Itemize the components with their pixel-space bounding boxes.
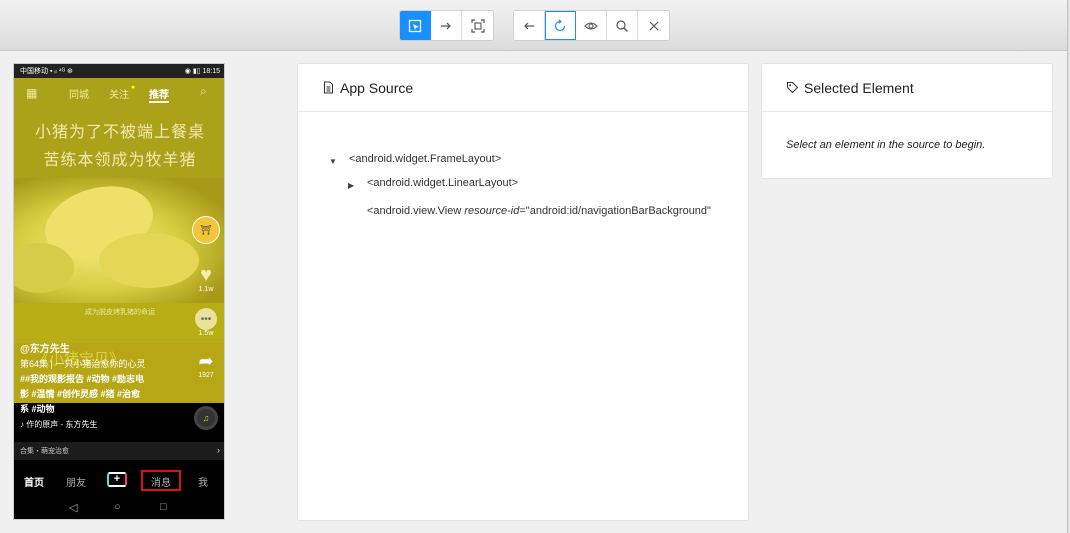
nav-home-icon[interactable]: ○ — [114, 501, 121, 513]
screenshot-button[interactable] — [462, 11, 493, 40]
music-disc[interactable]: ♫ — [192, 406, 220, 430]
eye-icon — [584, 21, 598, 30]
heart-icon: ♥ — [200, 263, 212, 286]
refresh-button[interactable] — [545, 11, 576, 40]
tag-icon — [787, 82, 799, 94]
app-source-title: App Source — [340, 79, 414, 96]
comment-count: 1.5w — [198, 330, 214, 337]
tags-line-3[interactable]: 系 #动物 — [20, 402, 185, 417]
video-description: @东方先生 第64集 | 一只小猪治愈你的心灵 ##我的观影报告 #动物 #励志… — [20, 342, 185, 432]
collection-label: 合集・萌宠治愈 — [20, 448, 69, 455]
share-count: 1927 — [198, 372, 214, 379]
quit-session-button[interactable] — [638, 11, 669, 40]
refresh-icon — [554, 18, 566, 31]
video-title-line2: 苦练本领成为牧羊猪 — [43, 150, 197, 169]
select-element-button[interactable] — [400, 11, 431, 40]
back-button[interactable] — [514, 11, 545, 40]
search-icon[interactable]: ⌕ — [200, 84, 207, 99]
search-icon — [616, 19, 628, 32]
node-attr-value: ="android:id/navigationBarBackground" — [519, 205, 711, 217]
show-hide-button[interactable] — [576, 11, 607, 40]
inspector-mode-group — [399, 10, 494, 41]
selected-element-hint: Select an element in the source to begin… — [786, 139, 986, 151]
nav-recent-icon[interactable]: □ — [160, 501, 167, 513]
selected-element-title: Selected Element — [804, 79, 914, 96]
video-title-line1: 小猪为了不被端上餐桌 — [34, 122, 205, 141]
node-tag: <android.view.View — [367, 205, 465, 217]
tree-node-linearlayout[interactable]: <android.widget.LinearLayout> — [367, 177, 518, 189]
music-credit[interactable]: ♪ 作的原声 - 东方先生 — [20, 417, 185, 432]
swipe-button[interactable] — [431, 11, 462, 40]
author-name[interactable]: @东方先生 — [20, 342, 185, 357]
phone-status-bar: 中国移动 ▪ ᵢₗ ⁴ᴳ ⊛ ◉ ▮▯ 18:15 — [14, 64, 224, 78]
nav-back-icon[interactable]: ◁ — [69, 501, 77, 514]
node-attr-name: resource-id — [464, 205, 520, 217]
chevron-right-icon: › — [217, 445, 220, 455]
status-right: ◉ ▮▯ 18:15 — [184, 68, 220, 75]
file-icon — [324, 81, 333, 94]
top-nav: ▦ 同城 关注 ● 推荐 ⌕ — [14, 82, 224, 103]
episode-text: 第64集 | 一只小猪治愈你的心灵 — [20, 359, 146, 369]
search-button[interactable] — [607, 11, 638, 40]
caret-down-icon[interactable]: ▼ — [329, 157, 337, 166]
tab-friends[interactable]: 朋友 — [66, 474, 86, 489]
create-button[interactable]: + — [107, 472, 127, 487]
app-source-panel: App Source ▼ <android.widget.FrameLayout… — [297, 63, 749, 521]
tab-me[interactable]: 我 — [198, 474, 208, 489]
tags-line-1[interactable]: ##我的观影报告 #动物 #励志电 — [20, 372, 185, 387]
like-button[interactable]: ♥ 1.1w — [192, 263, 220, 294]
selected-element-header: Selected Element — [762, 64, 1052, 112]
close-icon — [649, 21, 658, 30]
tab-recommend[interactable]: 推荐 — [149, 86, 169, 103]
tab-nearby[interactable]: 同城 — [69, 86, 89, 101]
selected-element-panel: Selected Element Select an element in th… — [761, 63, 1053, 179]
comment-button[interactable]: ••• 1.5w — [192, 308, 220, 337]
tree-node-navigation-bar[interactable]: <android.view.View resource-id="android:… — [367, 205, 735, 217]
back-arrow-icon — [524, 22, 534, 29]
tags-line-2[interactable]: 影 #温情 #创作灵感 #猪 #治愈 — [20, 387, 185, 402]
new-dot-icon: ● — [131, 84, 136, 91]
session-actions-group — [513, 10, 670, 41]
toolbar — [0, 0, 1070, 51]
live-tv-icon[interactable]: ▦ — [26, 86, 37, 100]
caret-right-icon[interactable]: ▶ — [348, 181, 354, 190]
tab-home[interactable]: 首页 — [24, 474, 44, 489]
comment-icon: ••• — [195, 308, 217, 330]
bottom-tab-bar: 首页 朋友 + 消息 我 — [14, 464, 224, 497]
tab-messages[interactable]: 消息 — [151, 474, 171, 489]
status-left: 中国移动 ▪ ᵢₗ ⁴ᴳ ⊛ — [20, 68, 73, 75]
system-nav-bar: ◁ ○ □ — [14, 497, 224, 519]
swipe-arrow-icon — [441, 22, 451, 29]
share-button[interactable]: ➦ 1927 — [192, 350, 220, 380]
collection-bar[interactable]: 合集・萌宠治愈 › — [14, 442, 224, 460]
tab-following[interactable]: 关注 — [109, 86, 129, 101]
app-source-header: App Source — [298, 64, 748, 112]
device-screenshot[interactable]: 中国移动 ▪ ᵢₗ ⁴ᴳ ⊛ ◉ ▮▯ 18:15 ▦ 同城 关注 ● 推荐 ⌕… — [13, 63, 225, 520]
author-avatar[interactable]: ⛩ — [192, 216, 220, 244]
music-disc-icon: ♫ — [194, 406, 218, 430]
share-icon: ➦ — [198, 350, 214, 371]
tree-node-framelayout[interactable]: <android.widget.FrameLayout> — [349, 153, 501, 165]
screenshot-crop-icon — [470, 18, 485, 33]
select-element-icon — [408, 19, 422, 32]
like-count: 1.1w — [198, 286, 214, 293]
